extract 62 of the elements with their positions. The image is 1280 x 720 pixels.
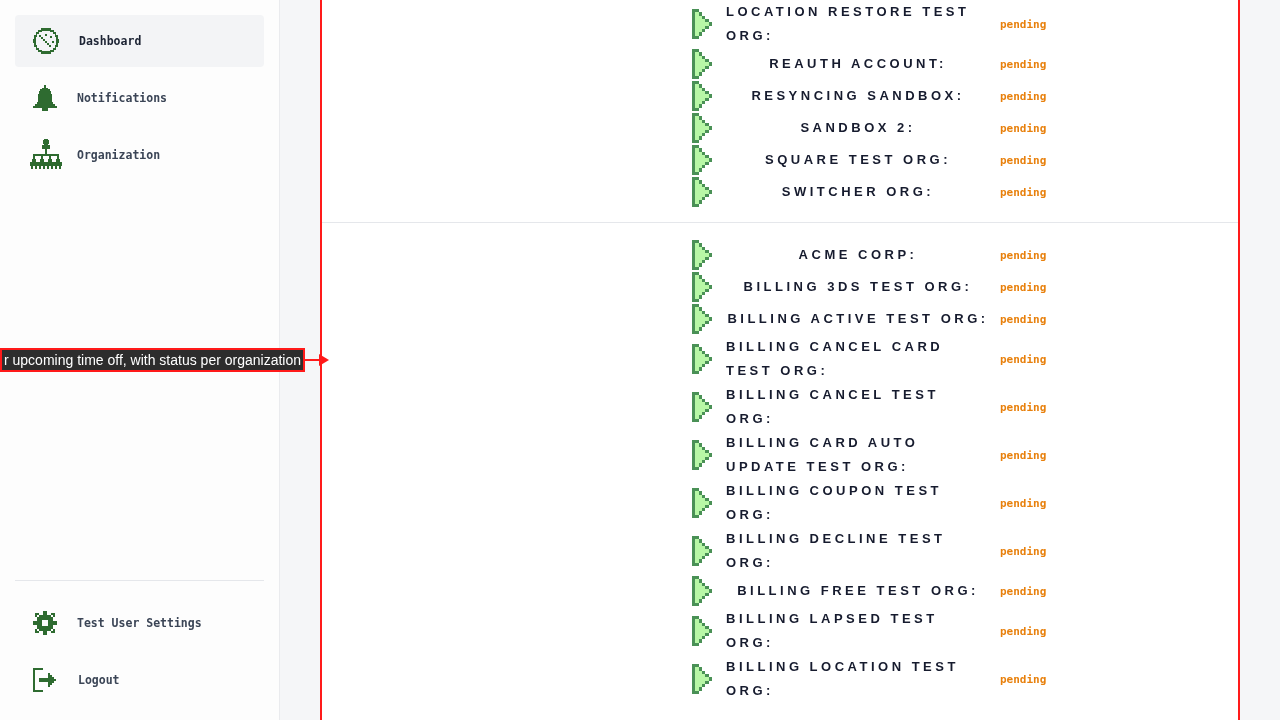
status-text: pending (1000, 89, 1047, 103)
status-text: pending (1000, 584, 1047, 598)
org-name: BILLING CANCEL TEST ORG: (726, 386, 940, 428)
play-icon (692, 145, 712, 175)
play-icon (692, 344, 712, 374)
status-text: pending (1000, 121, 1047, 135)
org-name: BILLING 3DS TEST ORG: (743, 278, 973, 296)
status-text: pending (1000, 185, 1047, 199)
play-icon (692, 616, 712, 646)
play-icon (692, 9, 712, 39)
org-name: SANDBOX 2: (800, 119, 916, 137)
play-icon (692, 304, 712, 334)
org-name: BILLING ACTIVE TEST ORG: (727, 310, 989, 328)
org-name: BILLING CARD AUTO UPDATE TEST ORG: (726, 434, 920, 476)
status-text: pending (1000, 352, 1047, 366)
org-name: BILLING LAPSED TEST ORG: (726, 610, 939, 652)
status-text: pending (1000, 624, 1047, 638)
status-text: pending (1000, 672, 1047, 686)
status-text: pending (1000, 448, 1047, 462)
status-text: pending (1000, 544, 1047, 558)
org-name: ACME CORP: (798, 246, 918, 264)
play-icon (692, 440, 712, 470)
status-text: pending (1000, 248, 1047, 262)
status-text: pending (1000, 280, 1047, 294)
nav-item[interactable]: Organization (15, 129, 264, 181)
play-icon (692, 536, 712, 566)
org-name: REAUTH ACCOUNT: (769, 55, 947, 73)
play-icon (692, 392, 712, 422)
play-icon (692, 49, 712, 79)
org-name: BILLING FREE TEST ORG: (737, 582, 979, 600)
play-icon (692, 81, 712, 111)
gear-icon (33, 611, 57, 635)
play-icon (692, 272, 712, 302)
status-text: pending (1000, 57, 1047, 71)
org-name: RESYNCING SANDBOX: (751, 87, 965, 105)
org-name: BILLING LOCATION TEST ORG: (726, 658, 960, 700)
status-text: pending (1000, 153, 1047, 167)
status-text: pending (1000, 400, 1047, 414)
callout-label: r upcoming time off, with status per organization (0, 348, 305, 372)
nav-item[interactable]: Logout (15, 654, 264, 706)
org-chart-icon (30, 139, 62, 171)
org-name: BILLING CANCEL CARD TEST ORG: (726, 338, 945, 380)
org-name: SWITCHER ORG: (781, 183, 935, 201)
gauge-icon (33, 28, 59, 54)
nav-item[interactable]: Dashboard (15, 15, 264, 67)
logout-icon (33, 668, 58, 692)
org-name: BILLING DECLINE TEST ORG: (726, 530, 947, 572)
nav-item[interactable]: Notifications (15, 72, 264, 124)
org-name: LOCATION RESTORE TEST ORG: (726, 3, 971, 45)
bell-icon (33, 85, 57, 111)
status-text: pending (1000, 496, 1047, 510)
status-text: pending (1000, 17, 1047, 31)
org-name: BILLING COUPON TEST ORG: (726, 482, 943, 524)
play-icon (692, 113, 712, 143)
play-icon (692, 177, 712, 207)
nav-item[interactable]: Test User Settings (15, 597, 264, 649)
play-icon (692, 240, 712, 270)
status-text: pending (1000, 312, 1047, 326)
play-icon (692, 664, 712, 694)
play-icon (692, 576, 712, 606)
org-name: SQUARE TEST ORG: (765, 151, 951, 169)
play-icon (692, 488, 712, 518)
